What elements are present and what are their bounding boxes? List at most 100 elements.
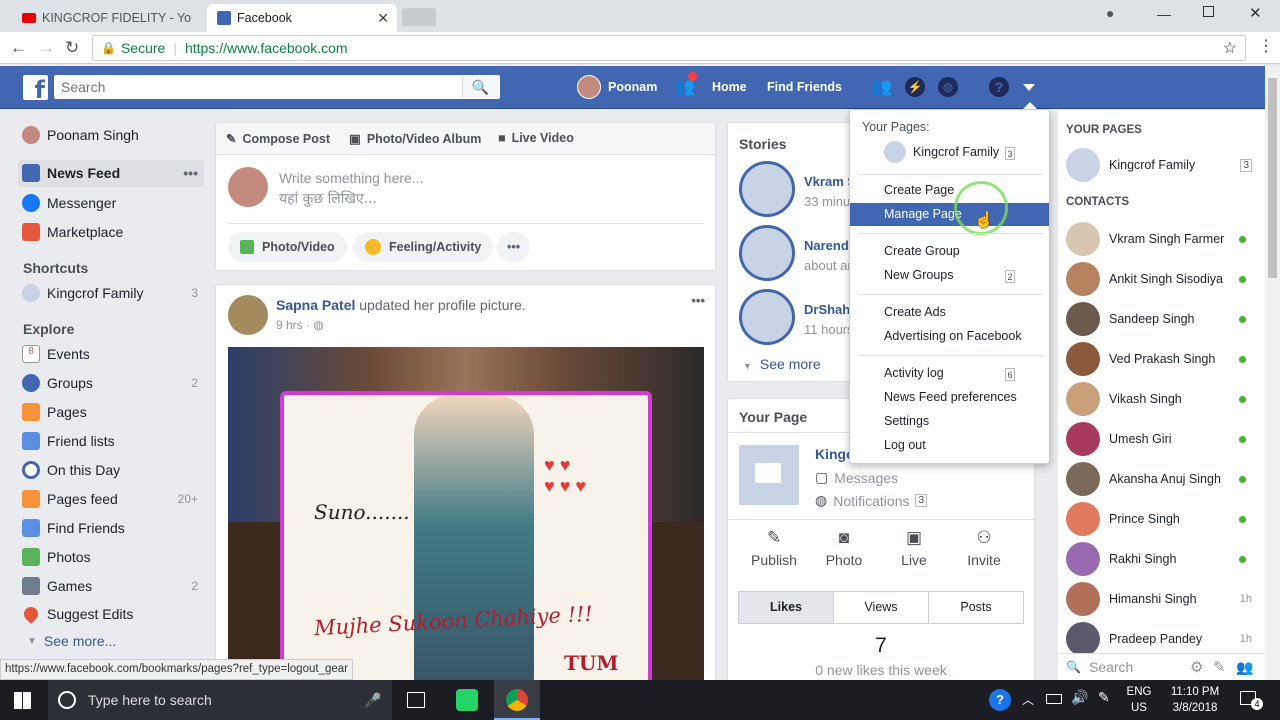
advertising-item[interactable]: Advertising on Facebook [884, 329, 1022, 343]
contact-item[interactable]: Ved Prakash Singh [1066, 342, 1256, 376]
sidebar-item-groups[interactable]: Groups 2 [22, 374, 202, 392]
restore-icon[interactable] [1203, 6, 1214, 17]
contact-item[interactable]: Akansha Anuj Singh [1066, 462, 1256, 496]
sidebar-item-events[interactable]: 8 Events [22, 345, 202, 363]
tab-facebook[interactable]: Facebook ✕ [207, 4, 397, 32]
tab-views[interactable]: Views [834, 592, 929, 623]
see-more-link[interactable]: ▼ See more... [22, 633, 202, 649]
story-name[interactable]: DrShahi [804, 302, 854, 317]
tab-likes[interactable]: Likes [739, 592, 834, 623]
chevron-up-icon[interactable]: ︿ [1022, 691, 1034, 708]
new-tab-button[interactable] [402, 8, 436, 26]
language-indicator[interactable]: ENG US [1124, 684, 1154, 716]
tab-live-video[interactable]: ■ Live Video [498, 131, 574, 145]
settings-item[interactable]: Settings [884, 414, 929, 428]
address-bar[interactable]: 🔒 Secure | https://www.facebook.com ☆ [92, 35, 1246, 61]
avatar[interactable] [228, 295, 268, 335]
composer-input[interactable]: Write something here... यहां कुछ लिखिए..… [279, 168, 699, 210]
home-link[interactable]: Home [712, 80, 747, 94]
scrollbar-thumb[interactable] [1268, 78, 1277, 278]
post-time[interactable]: 9 hrs [276, 318, 303, 332]
search-input[interactable] [54, 75, 500, 99]
contact-item[interactable]: Himanshi Singh 1h [1066, 582, 1256, 616]
profile-nav-item[interactable]: Poonam Singh [22, 126, 202, 144]
page-avatar[interactable] [739, 445, 799, 505]
chat-search[interactable]: 🔍 Search ⚙ ✎ 👥 [1058, 653, 1265, 680]
bookmark-star-icon[interactable]: ☆ [1223, 38, 1237, 58]
tab-youtube[interactable]: KINGCROF FIDELITY - Yo [12, 4, 202, 32]
sidebar-item-suggest-edits[interactable]: Suggest Edits [21, 604, 202, 624]
photo-button[interactable]: ◙ Photo [814, 528, 874, 568]
page-scrollbar[interactable] [1265, 66, 1280, 680]
create-page-item[interactable]: Create Page [884, 183, 954, 197]
reload-icon[interactable]: ↻ [65, 38, 79, 58]
globe-icon[interactable]: ◍ [938, 77, 958, 97]
new-groups-item[interactable]: New Groups [884, 268, 953, 282]
live-button[interactable]: ▣ Live [884, 528, 944, 568]
contact-item[interactable]: Ankit Singh Sisodiya [1066, 262, 1256, 296]
photo-video-button[interactable]: Photo/Video [228, 232, 347, 262]
task-view-icon[interactable] [407, 692, 425, 708]
post-author[interactable]: Sapna Patel [276, 297, 355, 313]
gear-icon[interactable]: ⚙ [1190, 658, 1203, 676]
sidebar-item-pages-feed[interactable]: Pages feed 20+ [22, 490, 202, 508]
dropdown-arrow-icon[interactable] [1023, 84, 1035, 91]
profile-icon[interactable]: ● [1106, 5, 1114, 21]
microphone-icon[interactable]: 🎤 [364, 692, 381, 709]
messages-link[interactable]: ▢ Messages [815, 469, 898, 486]
contact-item[interactable]: Prince Singh [1066, 502, 1256, 536]
contact-item[interactable]: Pradeep Pandey 1h [1066, 622, 1256, 656]
sidebar-item-on-this-day[interactable]: On this Day [22, 461, 202, 479]
volume-icon[interactable]: 🔊 [1071, 689, 1088, 706]
sidebar-item-pages[interactable]: Pages [22, 403, 202, 421]
tab-photo-album[interactable]: ▣ Photo/Video Album [349, 131, 481, 147]
tab-compose-post[interactable]: ✎ Compose Post [226, 131, 330, 147]
your-page-heading[interactable]: Your Page [739, 409, 807, 425]
story-avatar[interactable] [739, 225, 795, 281]
chrome-taskbar-item[interactable] [494, 680, 540, 720]
search-button[interactable]: 🔍 [462, 76, 498, 98]
help-icon[interactable]: ? [989, 77, 1009, 97]
log-out-item[interactable]: Log out [884, 438, 926, 452]
sidebar-item-photos[interactable]: Photos [22, 548, 202, 566]
story-avatar[interactable] [739, 289, 795, 345]
taskbar-search[interactable]: Type here to search 🎤 [48, 680, 392, 720]
whatsapp-icon[interactable] [456, 689, 478, 711]
feeling-activity-button[interactable]: Feeling/Activity [353, 232, 494, 262]
profile-link[interactable]: Poonam [577, 75, 657, 99]
invite-button[interactable]: ⚇ Invite [954, 528, 1014, 568]
group-chat-icon[interactable]: 👥 [1236, 659, 1253, 676]
help-tray-icon[interactable]: ? [989, 689, 1011, 711]
facebook-logo-icon[interactable]: f [23, 75, 48, 100]
see-more-stories[interactable]: ▼ See more [743, 356, 821, 372]
messenger-icon[interactable]: ⚡ [905, 77, 925, 97]
sidebar-item-marketplace[interactable]: Marketplace [22, 223, 202, 241]
find-friends-link[interactable]: Find Friends [767, 80, 842, 94]
create-ads-item[interactable]: Create Ads [884, 305, 946, 319]
clock[interactable]: 11:10 PM 3/8/2018 [1160, 684, 1230, 716]
pen-icon[interactable]: ✎ [1098, 689, 1110, 706]
compose-icon[interactable]: ✎ [1213, 658, 1226, 676]
dropdown-page-item[interactable]: Kingcrof Family [884, 141, 999, 163]
close-window-icon[interactable]: ✕ [1249, 4, 1262, 22]
windows-start-icon[interactable] [14, 692, 31, 709]
news-feed-preferences-item[interactable]: News Feed preferences [884, 390, 1017, 404]
manage-page-label[interactable]: Manage Page [884, 207, 962, 221]
contact-item[interactable]: Vkram Singh Farmer [1066, 222, 1256, 256]
forward-icon[interactable]: → [38, 38, 55, 58]
sidebar-item-find-friends[interactable]: Find Friends [22, 519, 202, 537]
publish-button[interactable]: ✎ Publish [744, 528, 804, 568]
your-page-item[interactable]: Kingcrof Family 3 [1066, 148, 1256, 182]
back-icon[interactable]: ← [10, 38, 27, 58]
contact-item[interactable]: Sandeep Singh [1066, 302, 1256, 336]
story-name[interactable]: Narendr [804, 238, 854, 253]
more-options-button[interactable]: ••• [497, 232, 531, 262]
sidebar-item-news-feed[interactable]: News Feed ••• [22, 164, 202, 182]
sidebar-item-games[interactable]: Games 2 [22, 577, 202, 595]
sidebar-item-friend-lists[interactable]: Friend lists [22, 432, 202, 450]
post-options-icon[interactable]: ••• [691, 293, 705, 308]
minimize-icon[interactable]: — [1157, 6, 1171, 22]
friends-icon[interactable]: 👥 [871, 77, 892, 97]
close-tab-icon[interactable]: ✕ [377, 10, 389, 27]
sidebar-item-kingcrof-family[interactable]: Kingcrof Family 3 [22, 284, 202, 302]
